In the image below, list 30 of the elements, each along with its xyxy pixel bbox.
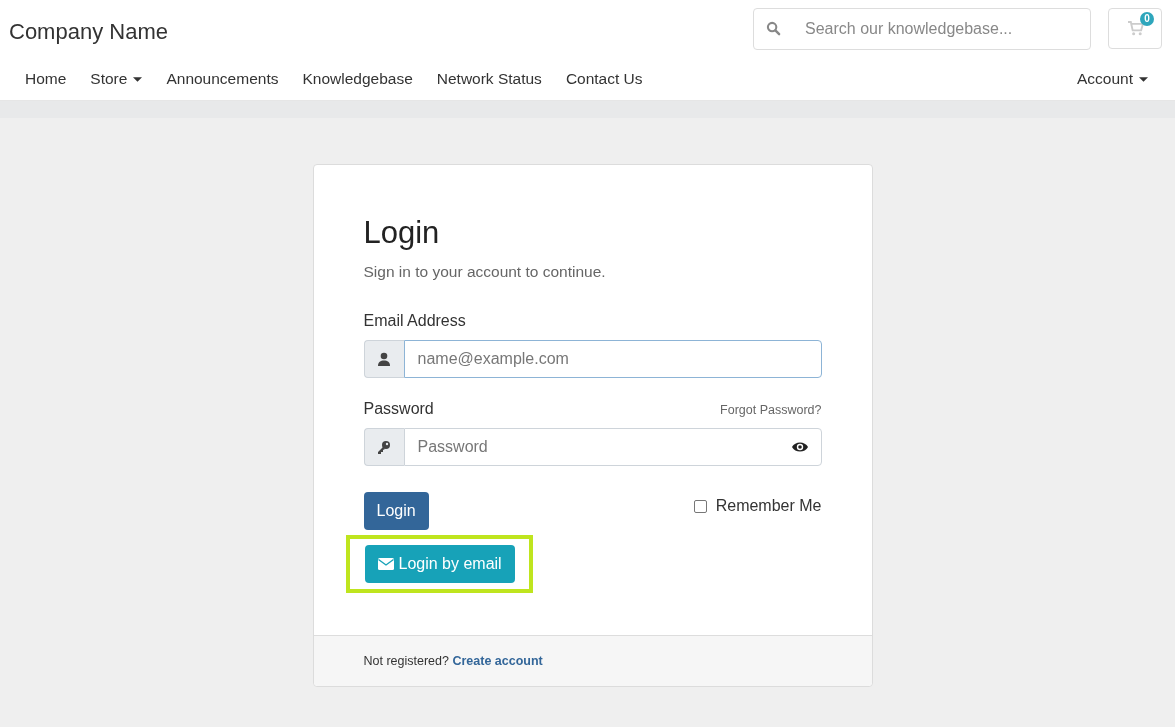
remember-checkbox[interactable]: [693, 499, 707, 513]
remember-me-label: Remember Me: [715, 497, 822, 515]
cart-icon: [1126, 21, 1144, 36]
key-icon: [377, 440, 391, 454]
field-label: Password: [363, 400, 434, 418]
nav-link[interactable]: Announcements: [154, 70, 291, 88]
caret-icon: [1139, 76, 1148, 82]
forgot-password-link[interactable]: Forgot Password?: [720, 403, 822, 417]
cart-count-badge: 0: [1140, 12, 1154, 26]
login-heading: Login: [363, 215, 441, 251]
brand-link[interactable]: Company Name: [9, 17, 168, 45]
user-icon: [377, 352, 391, 366]
login-button[interactable]: Login: [363, 492, 429, 530]
login-subtitle: Sign in to your account to continue.: [363, 263, 607, 281]
search-field[interactable]: Search our knowledgebase...: [753, 8, 1091, 50]
envelope-icon: [377, 558, 394, 570]
eye-icon: [790, 441, 809, 453]
nav-link[interactable]: Knowledgebase: [290, 70, 425, 88]
nav-dropdown[interactable]: Store: [78, 70, 155, 88]
register-prompt: Not registered? Create account: [363, 654, 544, 668]
nav-link[interactable]: Home: [13, 70, 79, 88]
field-label: Email Address: [363, 312, 467, 330]
nav-link[interactable]: Contact Us: [553, 70, 655, 88]
caret-icon: [133, 76, 143, 82]
create-account-link[interactable]: Create account: [452, 654, 543, 668]
nav-link[interactable]: Network Status: [424, 70, 554, 88]
nav-dropdown[interactable]: Account: [1065, 70, 1160, 88]
email-field[interactable]: name@example.com: [403, 340, 822, 378]
search-icon: [766, 21, 781, 36]
password-field[interactable]: Password: [403, 428, 822, 466]
